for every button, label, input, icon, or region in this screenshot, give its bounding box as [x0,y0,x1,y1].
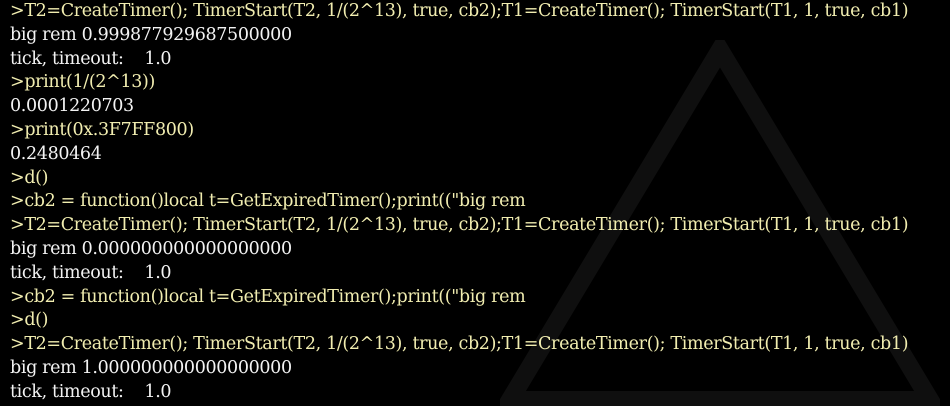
console-line: >cb2 = function()local t=GetExpiredTimer… [10,191,526,212]
console-line: >T2=CreateTimer(); TimerStart(T2, 1/(2^1… [10,215,909,236]
console-line: >T2=CreateTimer(); TimerStart(T2, 1/(2^1… [10,1,909,21]
console-line: >print(0x.3F7FF800) [10,119,194,140]
console-line: big rem 0.000000000000000000 [10,238,292,259]
console-line: 0.0001220703 [10,96,134,117]
console-output: >T2=CreateTimer(); TimerStart(T2, 1/(2^1… [10,0,946,405]
console-line: big rem 1.000000000000000000 [10,357,292,378]
console-line: >print(1/(2^13)) [10,72,155,93]
console-line: big rem 0.999877929687500000 [10,24,292,45]
console-line: tick, timeout: 1.0 [10,381,172,402]
console-line: 0.2480464 [10,143,102,164]
console-line: >d() [10,167,49,188]
console-line: >T2=CreateTimer(); TimerStart(T2, 1/(2^1… [10,334,909,355]
console-line: tick, timeout: 1.0 [10,48,172,69]
console-line: >cb2 = function()local t=GetExpiredTimer… [10,286,526,307]
console-line: >d() [10,310,49,331]
console-window[interactable]: >T2=CreateTimer(); TimerStart(T2, 1/(2^1… [0,0,950,406]
console-line: tick, timeout: 1.0 [10,262,172,283]
